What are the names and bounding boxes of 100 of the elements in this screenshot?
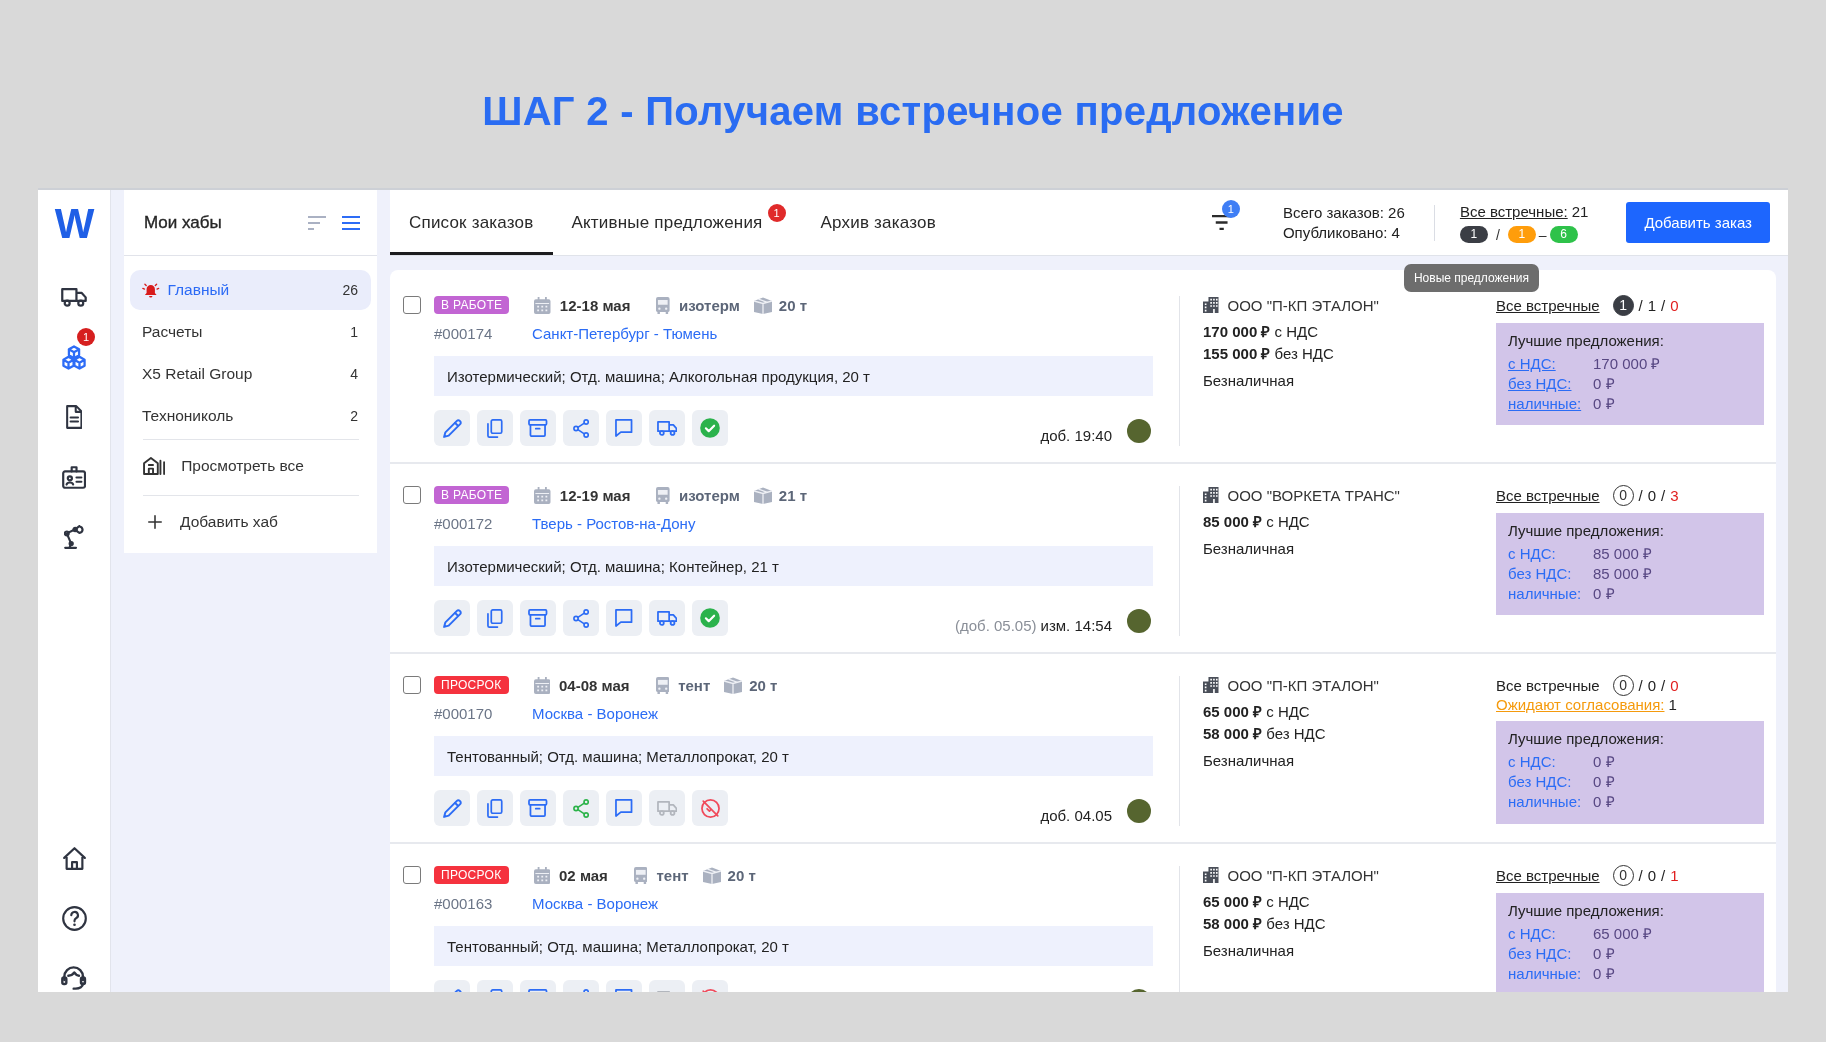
counter-offers-link[interactable]: Все встречные [1496, 486, 1600, 504]
checkbox[interactable] [403, 486, 421, 504]
route-link[interactable]: Москва - Воронеж [532, 704, 659, 722]
count-pill: 6 [1549, 226, 1578, 243]
timestamp: доб. 04.05 [1040, 806, 1112, 826]
add-hub-button[interactable]: Добавить хаб [148, 513, 278, 531]
list-view-icon [342, 215, 360, 230]
stat-text: Всего заказов: 26 [1282, 202, 1406, 223]
hub-item[interactable]: X5 Retail Group 4 [130, 354, 371, 394]
calendar-icon [534, 296, 551, 314]
timestamp: (доб. 05.05) [955, 616, 1037, 636]
separator-text: / [1638, 866, 1643, 884]
archive-box-icon [528, 419, 548, 437]
pencil-icon [442, 608, 462, 628]
payment-method: Безналичная [1203, 371, 1296, 391]
hub-item[interactable]: Расчеты 1 [130, 312, 371, 352]
counter-offers-link[interactable]: Все встречные [1496, 296, 1600, 314]
edit-button[interactable] [434, 790, 470, 826]
chat-bubble-icon [615, 799, 633, 817]
hub-count: 1 [350, 324, 358, 340]
checkbox[interactable] [403, 296, 421, 314]
count-text: 0 [1647, 486, 1657, 504]
archive-button[interactable] [520, 790, 556, 826]
approval-button[interactable] [692, 600, 728, 636]
payment-method: Безналичная [1203, 751, 1296, 771]
truck-icon [60, 287, 88, 307]
approval-button[interactable] [692, 410, 728, 446]
archive-button[interactable] [520, 600, 556, 636]
company-name: ООО "ВОРКЕТА ТРАНС" [1227, 486, 1400, 504]
offer-price: 0 ₽ [1593, 792, 1615, 812]
logo[interactable]: W [54, 204, 94, 244]
alert-count-text: 1 [1670, 866, 1679, 884]
nav-item[interactable] [59, 903, 89, 933]
tab[interactable]: Архив заказов [801, 190, 955, 255]
route-link[interactable]: Санкт-Петербург - Тюмень [532, 324, 718, 342]
checkbox[interactable] [403, 866, 421, 884]
hub-item[interactable]: Технониколь 2 [130, 396, 371, 436]
panel-title: Мои хабы [144, 212, 223, 233]
cargo-weight: 20 т [749, 676, 778, 694]
company-name: ООО "П-КП ЭТАЛОН" [1227, 676, 1379, 694]
view-toggle-button[interactable] [308, 215, 326, 230]
archive-button[interactable] [520, 410, 556, 446]
building-icon [1203, 487, 1219, 503]
archive-box-icon [528, 609, 548, 627]
headset-icon [61, 966, 87, 990]
route-link[interactable]: Москва - Воронеж [532, 894, 659, 912]
cargo-description: Изотермический; Отд. машина; Алкогольная продукция, 20 т [434, 356, 1153, 396]
offer-price: 0 ₽ [1593, 772, 1615, 792]
cargo-weight: 21 т [778, 486, 808, 504]
tab[interactable]: Активные предложения 1 [552, 190, 802, 255]
view-all-button[interactable]: Просмотреть все [143, 457, 304, 475]
copy-button[interactable] [477, 790, 513, 826]
company-name: ООО "П-КП ЭТАЛОН" [1227, 866, 1379, 884]
hub-item[interactable]: Главный 26 [130, 270, 371, 310]
notification-badge: 1 [767, 204, 786, 222]
offer-type-label: наличные: [1508, 584, 1583, 604]
buildings-icon [143, 457, 166, 475]
add-order-button[interactable]: Добавить заказ [1626, 202, 1770, 243]
counter-offers-link[interactable]: Все встречные [1496, 866, 1600, 884]
nav-item[interactable] [59, 963, 89, 992]
truck-button[interactable] [649, 600, 685, 636]
order-number: #000163 [434, 894, 494, 912]
hub-count: 26 [342, 282, 358, 298]
edit-button[interactable] [434, 600, 470, 636]
separator-text: / [1495, 226, 1500, 243]
separator-text: / [1661, 296, 1666, 314]
best-offers-title: Лучшие предложения: [1508, 729, 1665, 749]
copy-button[interactable] [477, 410, 513, 446]
route-link[interactable]: Тверь - Ростов-на-Дону [532, 514, 696, 532]
offer-type-label: с НДС: [1508, 924, 1557, 944]
order-number: #000170 [434, 704, 494, 722]
all-counter-offers-link[interactable]: Все встречные: [1459, 202, 1568, 222]
comment-button[interactable] [606, 600, 642, 636]
edit-button[interactable] [434, 410, 470, 446]
share-button[interactable] [563, 410, 599, 446]
offer-price: 85 000 ₽ [1593, 544, 1653, 564]
best-offers-title: Лучшие предложения: [1508, 901, 1665, 921]
share-button[interactable] [563, 600, 599, 636]
comment-button[interactable] [606, 790, 642, 826]
offer-type-label: с НДС: [1508, 752, 1557, 772]
truck-button[interactable] [649, 410, 685, 446]
approval-button[interactable] [692, 790, 728, 826]
filter-button[interactable] [1211, 215, 1231, 230]
separator-text: / [1661, 866, 1666, 884]
tab[interactable]: Список заказов [390, 190, 553, 255]
price: 170 000 ₽ с НДС [1203, 322, 1320, 342]
order-number: #000172 [434, 514, 494, 532]
view-toggle-button[interactable] [342, 215, 360, 230]
avatar [1127, 609, 1151, 633]
checkbox[interactable] [403, 676, 421, 694]
cargo-description: Тентованный; Отд. машина; Металлопрокат, 20 т [434, 736, 1153, 776]
count-text: 0 [1647, 866, 1657, 884]
calendar-icon [534, 486, 551, 504]
copy-button[interactable] [477, 600, 513, 636]
bus-icon [656, 296, 670, 314]
share-button[interactable] [563, 790, 599, 826]
price: 65 000 ₽ с НДС [1203, 702, 1311, 722]
date-range: 02 мая [559, 866, 608, 884]
copy-icon [487, 418, 503, 438]
comment-button[interactable] [606, 410, 642, 446]
